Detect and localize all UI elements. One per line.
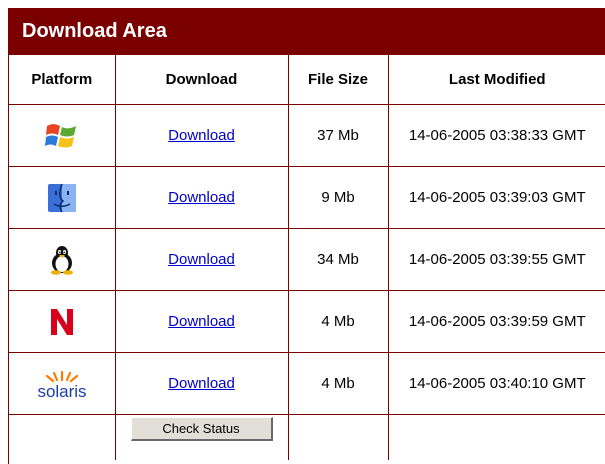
download-cell: Download: [115, 166, 289, 229]
download-link[interactable]: Download: [168, 313, 235, 330]
footer-button-cell: Check Status: [115, 414, 289, 460]
footer-empty-cell: [388, 415, 605, 461]
header-last-modified: Last Modified: [388, 55, 605, 105]
footer-empty-cell: [9, 414, 116, 460]
table-row: Download 34 Mb 14-06-2005 03:39:55 GMT: [9, 228, 605, 291]
download-cell: Download: [115, 352, 289, 415]
header-file-size: File Size: [288, 55, 389, 105]
download-link[interactable]: Download: [168, 189, 235, 206]
check-status-button[interactable]: Check Status: [130, 417, 273, 441]
table-row: Download 9 Mb 14-06-2005 03:39:03 GMT: [9, 166, 605, 229]
platform-cell: [9, 166, 116, 229]
download-cell: Download: [115, 228, 289, 291]
table-footer-row: Check Status: [9, 414, 605, 461]
table-header-row: Platform Download File Size Last Modifie…: [9, 55, 605, 105]
last-modified-cell: 14-06-2005 03:40:10 GMT: [388, 352, 605, 415]
last-modified-cell: 14-06-2005 03:39:03 GMT: [388, 166, 605, 229]
last-modified-cell: 14-06-2005 03:39:59 GMT: [388, 290, 605, 353]
download-link[interactable]: Download: [168, 375, 235, 392]
platform-cell: solaris: [9, 352, 116, 415]
windows-icon: [44, 123, 76, 147]
header-download: Download: [115, 55, 289, 105]
table-row: Download 37 Mb 14-06-2005 03:38:33 GMT: [9, 104, 605, 167]
download-link[interactable]: Download: [168, 127, 235, 144]
panel-title: Download Area: [9, 8, 605, 55]
mac-finder-icon: [47, 183, 76, 212]
file-size-cell: 4 Mb: [288, 290, 389, 353]
file-size-cell: 4 Mb: [288, 352, 389, 415]
download-cell: Download: [115, 290, 289, 353]
platform-cell: [9, 290, 116, 353]
file-size-cell: 34 Mb: [288, 228, 389, 291]
table-row: solaris Download 4 Mb 14-06-2005 03:40:1…: [9, 352, 605, 415]
last-modified-cell: 14-06-2005 03:38:33 GMT: [388, 104, 605, 167]
footer-empty-cell: [288, 414, 389, 460]
svg-text:solaris: solaris: [37, 382, 86, 401]
file-size-cell: 9 Mb: [288, 166, 389, 229]
table-row: Download 4 Mb 14-06-2005 03:39:59 GMT: [9, 290, 605, 353]
download-link[interactable]: Download: [168, 251, 235, 268]
downloads-table: Platform Download File Size Last Modifie…: [9, 55, 605, 460]
download-panel: Download Area Platform Download File Siz…: [8, 8, 605, 464]
file-size-cell: 37 Mb: [288, 104, 389, 167]
netware-icon: [50, 308, 73, 335]
last-modified-cell: 14-06-2005 03:39:55 GMT: [388, 228, 605, 291]
download-cell: Download: [115, 104, 289, 167]
platform-cell: [9, 104, 116, 167]
linux-tux-icon: [50, 245, 73, 275]
platform-cell: [9, 228, 116, 291]
solaris-icon: solaris: [37, 370, 86, 401]
header-platform: Platform: [9, 55, 116, 105]
